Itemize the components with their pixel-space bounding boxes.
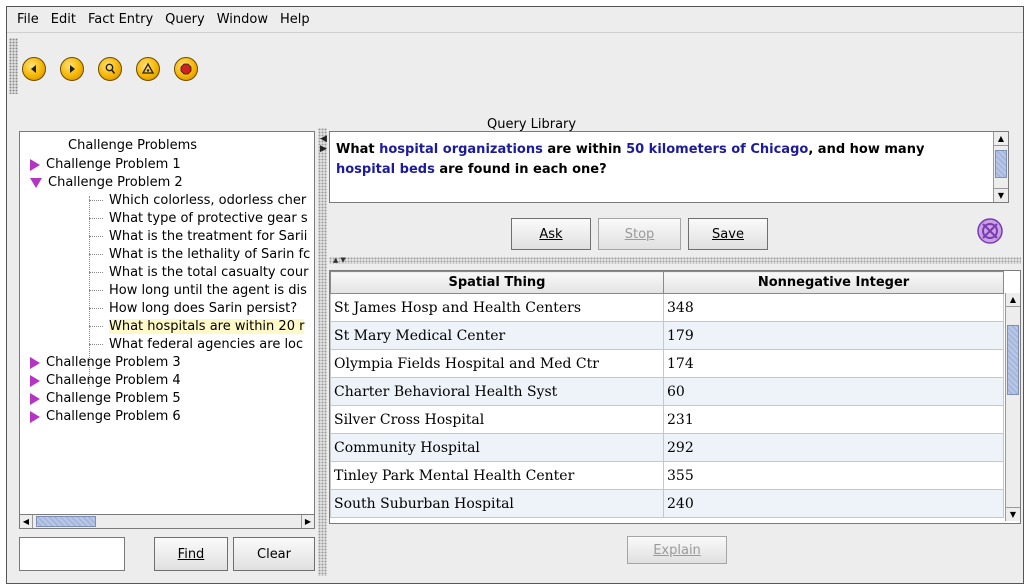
cell-integer: 348: [663, 293, 1004, 322]
tree-node-problem-4[interactable]: Challenge Problem 4: [30, 372, 181, 390]
cell-integer: 60: [663, 377, 1004, 406]
results-table[interactable]: Spatial Thing Nonnegative Integer St Jam…: [329, 270, 1021, 524]
toolbar-grip[interactable]: [9, 38, 18, 94]
cell-spatial-thing: St Mary Medical Center: [330, 321, 664, 350]
tree-leaf-query[interactable]: What is the lethality of Sarin fc: [89, 246, 310, 264]
collapsed-arrow-icon[interactable]: [30, 392, 40, 405]
results-scrollbar[interactable]: ▲ ▼: [1005, 293, 1020, 521]
cell-spatial-thing: St James Hosp and Health Centers: [330, 293, 664, 322]
save-button[interactable]: Save: [688, 218, 768, 250]
tree-node-problem-1[interactable]: Challenge Problem 1: [30, 156, 181, 174]
menu-help[interactable]: Help: [274, 12, 316, 27]
cell-spatial-thing: Olympia Fields Hospital and Med Ctr: [330, 349, 664, 378]
table-row[interactable]: Charter Behavioral Health Syst 60: [330, 377, 1004, 406]
cell-integer: 240: [663, 489, 1004, 518]
table-row[interactable]: Olympia Fields Hospital and Med Ctr 174: [330, 349, 1004, 378]
vertical-split-divider[interactable]: [318, 128, 327, 576]
tree-leaf-query[interactable]: How long until the agent is dis: [89, 282, 307, 300]
concept-link[interactable]: hospital beds: [336, 162, 435, 177]
cell-integer: 231: [663, 405, 1004, 434]
scroll-thumb[interactable]: [995, 150, 1007, 178]
expanded-arrow-icon[interactable]: [30, 177, 42, 188]
cell-spatial-thing: Charter Behavioral Health Syst: [330, 377, 664, 406]
back-icon[interactable]: [22, 57, 46, 81]
cell-spatial-thing: Silver Cross Hospital: [330, 405, 664, 434]
table-row[interactable]: South Suburban Hospital 240: [330, 489, 1004, 518]
tree-node-problem-6[interactable]: Challenge Problem 6: [30, 408, 181, 426]
challenge-tree[interactable]: Challenge Problems Challenge Problem 1 C…: [19, 131, 315, 526]
tree-leaf-query[interactable]: What is the treatment for Sarii: [89, 228, 307, 246]
split-arrows-icon[interactable]: ▲▼: [333, 256, 348, 264]
collapsed-arrow-icon[interactable]: [30, 410, 40, 423]
column-header[interactable]: Spatial Thing: [330, 271, 664, 294]
column-header[interactable]: Nonnegative Integer: [663, 271, 1004, 294]
search-person-icon[interactable]: [98, 57, 122, 81]
scroll-right-icon[interactable]: ▶: [301, 515, 314, 528]
tree-leaf-query[interactable]: What federal agencies are loc: [89, 336, 303, 354]
tree-leaf-query[interactable]: What type of protective gear s: [89, 210, 308, 228]
tree-horizontal-scrollbar[interactable]: ◀ ▶: [19, 514, 315, 529]
table-row[interactable]: St James Hosp and Health Centers 348: [330, 293, 1004, 322]
menu-file[interactable]: File: [11, 12, 45, 27]
menu-query[interactable]: Query: [159, 12, 211, 27]
explain-button[interactable]: Explain: [627, 536, 727, 564]
question-text: What hospital organizations are within 5…: [336, 142, 925, 177]
question-box[interactable]: What hospital organizations are within 5…: [329, 131, 1009, 203]
question-scrollbar[interactable]: ▲ ▼: [993, 132, 1008, 202]
hazard-icon[interactable]: [136, 57, 160, 81]
cell-spatial-thing: Tinley Park Mental Health Center: [330, 461, 664, 490]
concept-link[interactable]: hospital organizations: [379, 142, 543, 157]
cell-integer: 179: [663, 321, 1004, 350]
scroll-down-icon[interactable]: ▼: [1006, 507, 1020, 521]
cell-integer: 174: [663, 349, 1004, 378]
scroll-thumb[interactable]: [36, 516, 96, 527]
ask-button[interactable]: Ask: [511, 218, 591, 250]
scroll-thumb[interactable]: [1007, 325, 1019, 395]
toolbar: [7, 34, 1023, 94]
scroll-up-icon[interactable]: ▲: [1006, 293, 1020, 307]
knot-status-icon: [977, 218, 1003, 244]
table-row[interactable]: Tinley Park Mental Health Center 355: [330, 461, 1004, 490]
split-arrows-icon[interactable]: ◀ ▶: [320, 134, 327, 154]
menu-bar: File Edit Fact Entry Query Window Help: [7, 7, 1023, 33]
tree-node-problem-3[interactable]: Challenge Problem 3: [30, 354, 181, 372]
search-input[interactable]: [19, 537, 125, 571]
scroll-down-icon[interactable]: ▼: [994, 188, 1008, 202]
cell-integer: 292: [663, 433, 1004, 462]
tree-leaf-query[interactable]: How long does Sarin persist?: [89, 300, 297, 318]
menu-edit[interactable]: Edit: [45, 12, 82, 27]
cell-spatial-thing: South Suburban Hospital: [330, 489, 664, 518]
tree-leaf-query[interactable]: Which colorless, odorless cher: [89, 192, 306, 210]
collapsed-arrow-icon[interactable]: [30, 158, 40, 171]
menu-window[interactable]: Window: [211, 12, 274, 27]
tree-leaf-query[interactable]: What is the total casualty cour: [89, 264, 308, 282]
scroll-up-icon[interactable]: ▲: [994, 132, 1008, 146]
tree-node-problem-2[interactable]: Challenge Problem 2: [30, 174, 183, 192]
clear-button[interactable]: Clear: [233, 537, 315, 571]
horizontal-split-divider[interactable]: [329, 257, 1021, 264]
stop-sign-icon[interactable]: [174, 57, 198, 81]
concept-link[interactable]: 50 kilometers of Chicago: [626, 142, 808, 157]
tree-leaf-query-selected[interactable]: What hospitals are within 20 r: [89, 318, 305, 336]
scroll-left-icon[interactable]: ◀: [20, 515, 33, 528]
collapsed-arrow-icon[interactable]: [30, 356, 40, 369]
menu-fact-entry[interactable]: Fact Entry: [82, 12, 159, 27]
tree-node-problem-5[interactable]: Challenge Problem 5: [30, 390, 181, 408]
find-button[interactable]: Find: [154, 537, 228, 571]
forward-icon[interactable]: [60, 57, 84, 81]
table-row[interactable]: Community Hospital 292: [330, 433, 1004, 462]
cell-spatial-thing: Community Hospital: [330, 433, 664, 462]
query-library-title: Query Library: [487, 117, 577, 132]
table-row[interactable]: St Mary Medical Center 179: [330, 321, 1004, 350]
cell-integer: 355: [663, 461, 1004, 490]
tree-root[interactable]: Challenge Problems: [68, 138, 197, 153]
table-row[interactable]: Silver Cross Hospital 231: [330, 405, 1004, 434]
collapsed-arrow-icon[interactable]: [30, 374, 40, 387]
stop-button[interactable]: Stop: [598, 218, 681, 250]
